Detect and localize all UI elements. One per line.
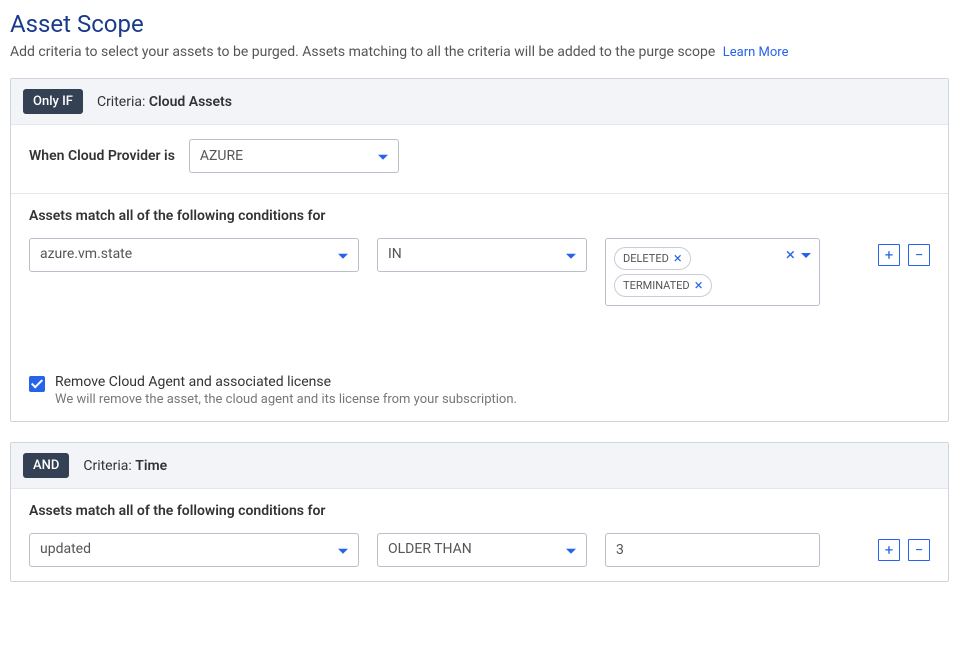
remove-agent-checkbox[interactable]	[29, 376, 45, 392]
criteria-label: Criteria: Time	[83, 458, 167, 474]
subtitle-text: Add criteria to select your assets to be…	[10, 44, 715, 60]
condition-value-input[interactable]	[605, 533, 820, 567]
condition-operator-dropdown[interactable]: OLDER THAN	[377, 533, 587, 567]
value-tag: TERMINATED ×	[614, 274, 712, 297]
criteria-header: Only IF Criteria: Cloud Assets	[11, 79, 948, 125]
remove-tag-icon[interactable]: ×	[674, 251, 682, 266]
criteria-block-time: AND Criteria: Time Assets match all of t…	[10, 442, 949, 582]
add-condition-button[interactable]: +	[878, 539, 900, 561]
clear-all-tags-icon[interactable]: ×	[786, 247, 795, 264]
add-condition-button[interactable]: +	[878, 244, 900, 266]
remove-condition-button[interactable]: −	[908, 244, 930, 266]
condition-operator-dropdown[interactable]: IN	[377, 238, 587, 272]
conditions-section-label: Assets match all of the following condit…	[29, 208, 930, 224]
only-if-badge: Only IF	[23, 89, 83, 114]
chevron-down-icon[interactable]	[801, 253, 811, 258]
page-title: Asset Scope	[10, 10, 949, 38]
condition-values-box[interactable]: DELETED × TERMINATED × ×	[605, 238, 820, 306]
remove-condition-button[interactable]: −	[908, 539, 930, 561]
conditions-section-label: Assets match all of the following condit…	[29, 503, 930, 519]
and-badge: AND	[23, 453, 69, 478]
cloud-provider-label: When Cloud Provider is	[29, 148, 175, 164]
cloud-provider-dropdown[interactable]: AZURE	[189, 139, 399, 173]
remove-agent-label: Remove Cloud Agent and associated licens…	[55, 374, 517, 390]
page-subtitle: Add criteria to select your assets to be…	[10, 44, 949, 60]
criteria-header: AND Criteria: Time	[11, 443, 948, 489]
learn-more-link[interactable]: Learn More	[723, 45, 789, 60]
remove-agent-sublabel: We will remove the asset, the cloud agen…	[55, 392, 517, 407]
criteria-block-cloud-assets: Only IF Criteria: Cloud Assets When Clou…	[10, 78, 949, 422]
condition-field-dropdown[interactable]: azure.vm.state	[29, 238, 359, 272]
criteria-label: Criteria: Cloud Assets	[97, 94, 232, 110]
condition-field-dropdown[interactable]: updated	[29, 533, 359, 567]
remove-tag-icon[interactable]: ×	[695, 278, 703, 293]
value-tag: DELETED ×	[614, 247, 691, 270]
